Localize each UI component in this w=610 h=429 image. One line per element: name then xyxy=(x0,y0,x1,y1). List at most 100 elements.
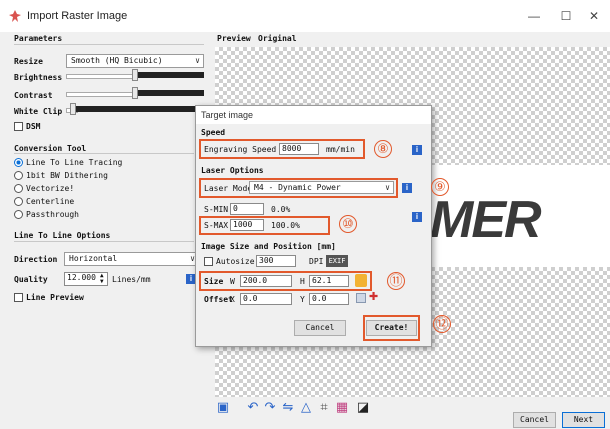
radio-vectorize[interactable] xyxy=(14,184,23,193)
chevron-down-icon: ∨ xyxy=(195,56,200,65)
divider xyxy=(14,153,194,154)
height-input[interactable]: 62.1 xyxy=(309,275,349,287)
smax-input[interactable]: 1000 xyxy=(230,219,264,231)
smin-input[interactable]: 0 xyxy=(230,203,264,215)
dialog-title: Target image xyxy=(196,106,431,124)
speed-header: Speed xyxy=(201,128,226,137)
dsm-label: DSM xyxy=(26,122,41,131)
size-label: Size xyxy=(204,277,224,286)
line-preview-label: Line Preview xyxy=(26,293,84,302)
crosshair-icon[interactable]: ✚ xyxy=(369,290,378,304)
white-clip-thumb[interactable] xyxy=(70,103,76,115)
invert-icon[interactable]: ◪ xyxy=(355,400,371,416)
quality-label: Quality xyxy=(14,275,48,284)
info-icon[interactable]: i xyxy=(402,183,412,193)
preview-logo-text: MER xyxy=(430,191,542,249)
info-icon[interactable]: i xyxy=(412,145,422,155)
dialog-cancel-button[interactable]: Cancel xyxy=(294,320,346,336)
white-clip-label: White Clip xyxy=(14,107,63,116)
height-label: H xyxy=(300,277,305,286)
option-label: 1bit BW Dithering xyxy=(26,171,108,180)
title-bar: Import Raster Image — ☐ ✕ xyxy=(0,0,610,32)
dsm-checkbox[interactable] xyxy=(14,122,23,131)
minimize-button[interactable]: — xyxy=(520,6,548,26)
parameters-header: Parameters xyxy=(14,34,63,43)
rotate-ccw-icon[interactable]: ↶ xyxy=(245,400,261,416)
contrast-fill xyxy=(136,90,204,96)
chevron-down-icon: ∨ xyxy=(385,183,390,192)
smin-label: S-MIN xyxy=(204,205,229,214)
radio-line-to-line[interactable] xyxy=(14,158,23,167)
callout-12: ⑫ xyxy=(433,315,451,333)
lock-icon[interactable] xyxy=(355,274,367,287)
create-button[interactable]: Create! xyxy=(366,320,417,336)
smax-percent: 100.0% xyxy=(271,221,300,230)
divider xyxy=(14,241,194,242)
info-icon[interactable]: i xyxy=(412,212,422,222)
center-icon[interactable] xyxy=(356,293,366,303)
spin-arrows-icon[interactable]: ▲ ▼ xyxy=(100,273,104,285)
crop-icon[interactable]: ⌗ xyxy=(316,400,332,416)
radio-1bit-dithering[interactable] xyxy=(14,171,23,180)
engraving-speed-unit: mm/min xyxy=(326,145,355,154)
option-label: Passthrough xyxy=(26,210,79,219)
line-preview-checkbox[interactable] xyxy=(14,293,23,302)
open-file-icon[interactable]: ▣ xyxy=(215,400,231,416)
option-label: Centerline xyxy=(26,197,75,206)
laser-mode-select[interactable]: M4 - Dynamic Power ∨ xyxy=(249,181,394,194)
maximize-button[interactable]: ☐ xyxy=(552,6,580,26)
image-adjust-icon[interactable]: ▦ xyxy=(334,400,350,416)
callout-10: ⑩ xyxy=(339,215,357,233)
autosize-dpi-input[interactable]: 300 xyxy=(256,255,296,267)
white-clip-fill xyxy=(76,106,195,112)
direction-value: Horizontal xyxy=(69,254,118,263)
quality-value: 12.000 xyxy=(67,273,96,282)
next-button[interactable]: Next xyxy=(562,412,605,428)
flip-horizontal-icon[interactable]: ⇋ xyxy=(280,400,296,416)
resize-select[interactable]: Smooth (HQ Bicubic) ∨ xyxy=(66,54,204,68)
direction-select[interactable]: Horizontal ∨ xyxy=(64,252,199,266)
dpi-label: DPI xyxy=(309,257,324,266)
divider xyxy=(14,44,204,45)
engraving-speed-input[interactable]: 8000 xyxy=(279,143,319,155)
brightness-thumb[interactable] xyxy=(132,69,138,81)
resize-label: Resize xyxy=(14,57,43,66)
radio-centerline[interactable] xyxy=(14,197,23,206)
autosize-checkbox[interactable] xyxy=(204,257,213,266)
quality-unit: Lines/mm xyxy=(112,275,151,284)
laser-mode-label: Laser Mode xyxy=(204,184,253,193)
callout-11: ⑪ xyxy=(387,272,405,290)
tab-preview[interactable]: Preview xyxy=(217,34,251,43)
resize-value: Smooth (HQ Bicubic) xyxy=(71,56,163,65)
brightness-label: Brightness xyxy=(14,73,63,82)
y-label: Y xyxy=(300,295,305,304)
smin-percent: 0.0% xyxy=(271,205,291,214)
offset-y-input[interactable]: 0.0 xyxy=(309,293,349,305)
contrast-track[interactable] xyxy=(66,92,138,97)
callout-9: ⑨ xyxy=(431,178,449,196)
offset-x-input[interactable]: 0.0 xyxy=(240,293,292,305)
target-image-dialog: Target image Speed Engraving Speed 8000 … xyxy=(195,105,432,347)
laser-options-header: Laser Options xyxy=(201,166,264,175)
brightness-fill xyxy=(136,72,204,78)
width-label: W xyxy=(230,277,235,286)
contrast-thumb[interactable] xyxy=(132,87,138,99)
flip-vertical-icon[interactable]: △ xyxy=(298,400,314,416)
exif-button[interactable]: EXIF xyxy=(326,255,348,267)
radio-passthrough[interactable] xyxy=(14,210,23,219)
cancel-button[interactable]: Cancel xyxy=(513,412,556,428)
direction-label: Direction xyxy=(14,255,58,264)
laser-mode-value: M4 - Dynamic Power xyxy=(254,183,341,192)
app-icon xyxy=(9,10,21,22)
line-options-header: Line To Line Options xyxy=(14,231,111,240)
autosize-label: Autosize xyxy=(216,257,255,266)
offset-label: Offset xyxy=(204,295,233,304)
width-input[interactable]: 200.0 xyxy=(240,275,292,287)
close-button[interactable]: ✕ xyxy=(580,6,608,26)
option-label: Vectorize! xyxy=(26,184,75,193)
tab-original[interactable]: Original xyxy=(258,34,297,43)
smax-label: S-MAX xyxy=(204,221,229,230)
rotate-cw-icon[interactable]: ↷ xyxy=(262,400,278,416)
brightness-track[interactable] xyxy=(66,74,138,79)
x-label: X xyxy=(230,295,235,304)
